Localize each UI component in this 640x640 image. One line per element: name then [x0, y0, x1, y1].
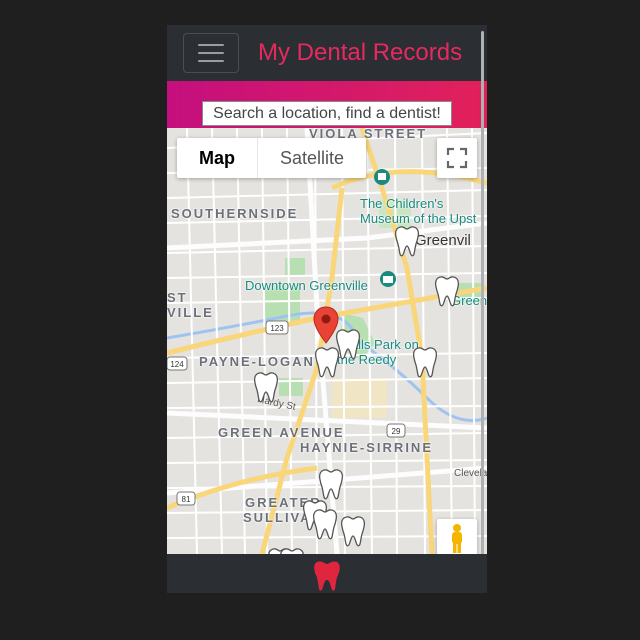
museum-poi-icon	[374, 169, 390, 185]
svg-text:29: 29	[392, 427, 401, 436]
map-label-greenville: Greenvil	[415, 232, 471, 249]
scrollbar[interactable]	[481, 31, 484, 574]
map-pin-icon[interactable]	[313, 306, 339, 344]
fullscreen-icon[interactable]	[437, 138, 477, 178]
map-label-green-avenue: GREEN AVENUE	[218, 425, 345, 440]
tooth-icon[interactable]	[313, 560, 341, 592]
search-bar	[167, 81, 487, 128]
tooth-icon[interactable]	[394, 225, 420, 257]
svg-text:81: 81	[182, 495, 191, 504]
map-label-haynie-sirrine: HAYNIE-SIRRINE	[300, 440, 433, 455]
map-label-childrens-museum: The Children's	[360, 196, 444, 211]
map-label-payne-logan: PAYNE-LOGAN	[199, 354, 315, 369]
map-label-st: ST	[167, 290, 188, 305]
map-label-childrens-museum-2: Museum of the Upst	[360, 211, 477, 226]
footer	[167, 554, 487, 593]
hamburger-menu-icon[interactable]	[183, 33, 239, 73]
map-type-control: Map Satellite	[177, 138, 367, 178]
tooth-icon[interactable]	[253, 371, 279, 403]
app-screen: My Dental Records Search a location, fin…	[167, 25, 487, 593]
location-search-input[interactable]	[202, 101, 452, 126]
map-type-satellite-button[interactable]: Satellite	[257, 138, 366, 178]
map-label-southernside: SOUTHERNSIDE	[171, 206, 299, 221]
svg-text:123: 123	[270, 324, 284, 333]
tooth-icon[interactable]	[279, 547, 305, 554]
pegman-icon[interactable]	[437, 519, 477, 554]
camera-poi-icon	[380, 271, 396, 287]
tooth-icon[interactable]	[312, 508, 338, 540]
route-shield-124: 124	[167, 356, 188, 371]
map-type-map-button[interactable]: Map	[177, 138, 257, 178]
tooth-icon[interactable]	[318, 468, 344, 500]
map-label-ville: VILLE	[167, 305, 214, 320]
route-shield-123: 123	[265, 320, 289, 335]
map-view[interactable]: 123 124 29 81 VIOLA STREET SOUTHERNSIDE …	[167, 128, 487, 554]
tooth-icon[interactable]	[340, 515, 366, 547]
svg-text:124: 124	[170, 360, 184, 369]
tooth-icon[interactable]	[314, 346, 340, 378]
tooth-icon[interactable]	[434, 275, 460, 307]
tooth-icon[interactable]	[412, 346, 438, 378]
route-shield-81: 81	[176, 491, 196, 506]
navbar: My Dental Records	[167, 25, 487, 81]
stadium-area	[332, 378, 387, 418]
route-shield-29: 29	[386, 423, 406, 438]
map-label-downtown-greenville: Downtown Greenville	[245, 278, 368, 293]
app-title[interactable]: My Dental Records	[258, 39, 462, 67]
